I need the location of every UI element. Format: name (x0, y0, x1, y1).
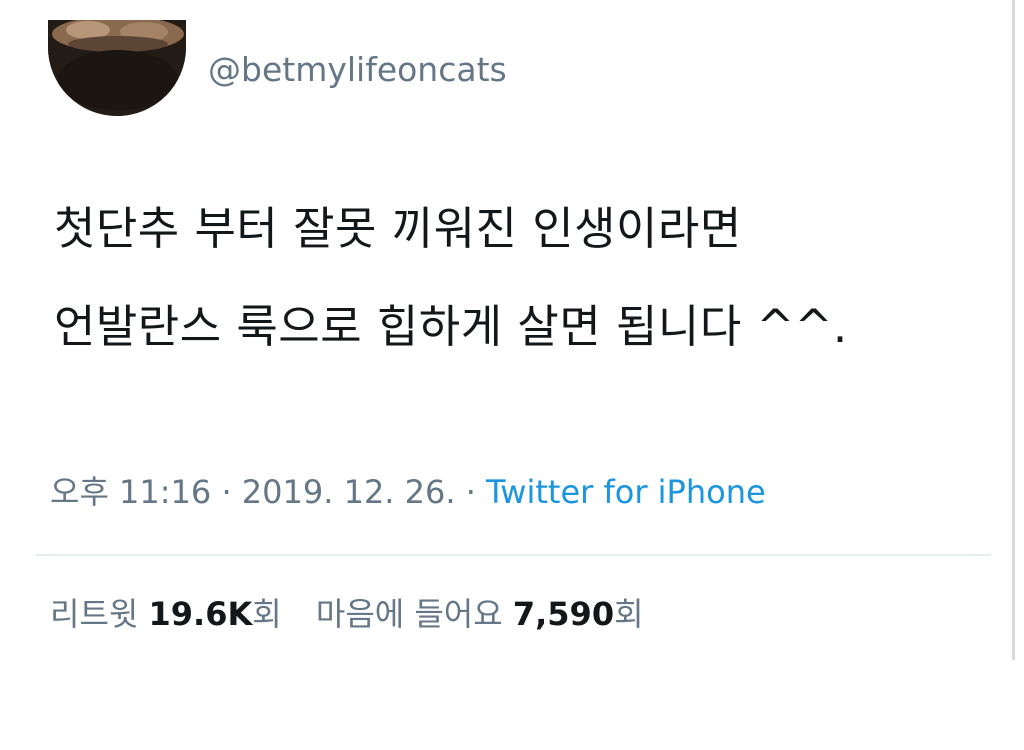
user-handle[interactable]: @betmylifeoncats (208, 48, 507, 92)
likes-count: 7,590 (512, 595, 615, 633)
retweets-label: 리트윗 (50, 595, 139, 633)
tweet-source-link[interactable]: Twitter for iPhone (486, 473, 766, 511)
meta-separator: · (465, 473, 476, 511)
avatar-photo (48, 20, 186, 116)
tweet-date[interactable]: 2019. 12. 26. (242, 473, 456, 511)
avatar[interactable] (48, 20, 186, 116)
tweet-text-line-2: 언발란스 룩으로 힙하게 살면 됩니다 ^^. (54, 300, 848, 353)
retweets-suffix: 회 (252, 595, 282, 633)
likes-suffix: 회 (614, 595, 644, 633)
tweet-stats: 리트윗 19.6K회 마음에 들어요 7,590회 (50, 590, 644, 638)
tweet-text: 첫단추 부터 잘못 끼워진 인생이라면 언발란스 룩으로 힙하게 살면 됩니다 … (54, 180, 994, 376)
tweet-card: @betmylifeoncats 첫단추 부터 잘못 끼워진 인생이라면 언발란… (0, 0, 1024, 750)
retweets-count: 19.6K (148, 595, 253, 633)
retweets-stat[interactable]: 리트윗 19.6K회 (50, 590, 282, 638)
tweet-time[interactable]: 오후 11:16 (50, 473, 211, 511)
likes-stat[interactable]: 마음에 들어요 7,590회 (316, 590, 644, 638)
tweet-metadata: 오후 11:16 · 2019. 12. 26. · Twitter for i… (50, 470, 766, 514)
meta-separator: · (221, 473, 232, 511)
screenshot-edge (1012, 0, 1015, 660)
divider (36, 554, 991, 556)
likes-label: 마음에 들어요 (315, 595, 503, 633)
tweet-text-line-1: 첫단추 부터 잘못 끼워진 인생이라면 (54, 202, 742, 255)
